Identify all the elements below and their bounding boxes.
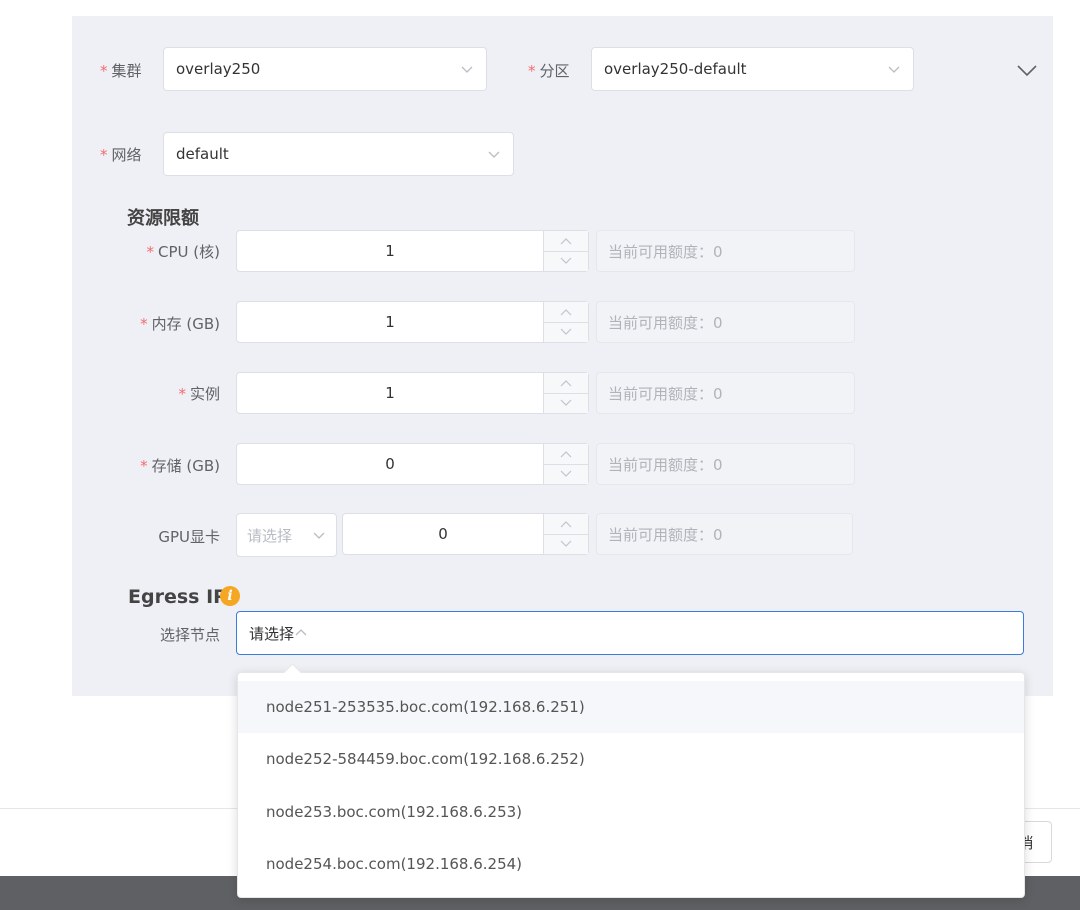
chevron-down-icon <box>460 62 474 76</box>
required-mark: * <box>100 146 108 164</box>
dropdown-option[interactable]: node254.boc.com(192.168.6.254) <box>238 838 1024 890</box>
storage-label: * 存储 (GB) <box>140 457 220 475</box>
instance-label: * 实例 <box>178 385 220 403</box>
storage-value: 0 <box>385 455 395 473</box>
memory-stepper[interactable]: 1 <box>236 301 589 343</box>
decrease-button[interactable] <box>544 250 588 272</box>
required-mark: * <box>140 457 148 475</box>
instance-quota: 当前可用额度：0 <box>596 372 855 414</box>
chevron-down-icon <box>487 147 501 161</box>
required-mark: * <box>528 62 536 80</box>
gpu-type-placeholder: 请选择 <box>247 526 293 545</box>
required-mark: * <box>100 62 108 80</box>
collapse-chevron-icon[interactable] <box>1016 59 1038 81</box>
partition-label: * 分区 <box>528 62 570 80</box>
chevron-up-icon <box>294 626 308 640</box>
instance-value: 1 <box>385 384 395 402</box>
chevron-down-icon <box>887 62 901 76</box>
storage-stepper[interactable]: 0 <box>236 443 589 485</box>
page: * 集群 overlay250 * 分区 overlay250-default * 网… <box>0 0 1080 910</box>
memory-label: * 内存 (GB) <box>140 315 220 333</box>
stepper-controls <box>543 514 588 554</box>
increase-button[interactable] <box>544 231 588 251</box>
decrease-button[interactable] <box>544 463 588 485</box>
network-value: default <box>176 145 229 163</box>
gpu-type-select[interactable]: 请选择 <box>236 513 337 557</box>
node-placeholder: 请选择 <box>249 624 295 643</box>
node-select[interactable]: 请选择 <box>236 611 1024 655</box>
dropdown-option[interactable]: node253.boc.com(192.168.6.253) <box>238 786 1024 838</box>
partition-value: overlay250-default <box>604 60 747 78</box>
cpu-label: * CPU (核) <box>146 243 220 261</box>
cpu-value: 1 <box>385 242 395 260</box>
partition-select[interactable]: overlay250-default <box>591 47 914 91</box>
memory-value: 1 <box>385 313 395 331</box>
stepper-controls <box>543 231 588 271</box>
network-label: * 网络 <box>100 146 142 164</box>
decrease-button[interactable] <box>544 392 588 414</box>
decrease-button[interactable] <box>544 321 588 343</box>
cpu-quota: 当前可用额度：0 <box>596 230 855 272</box>
chevron-down-icon <box>312 528 326 542</box>
instance-stepper[interactable]: 1 <box>236 372 589 414</box>
required-mark: * <box>140 315 148 333</box>
gpu-quota: 当前可用额度：0 <box>596 513 853 555</box>
decrease-button[interactable] <box>544 533 588 555</box>
cluster-value: overlay250 <box>176 60 261 78</box>
memory-quota: 当前可用额度：0 <box>596 301 855 343</box>
cpu-stepper[interactable]: 1 <box>236 230 589 272</box>
increase-button[interactable] <box>544 302 588 322</box>
dropdown-option[interactable]: node252-584459.boc.com(192.168.6.252) <box>238 733 1024 785</box>
network-select[interactable]: default <box>163 132 514 176</box>
gpu-label: GPU显卡 <box>158 528 220 546</box>
stepper-controls <box>543 373 588 413</box>
node-label: 选择节点 <box>159 626 220 644</box>
increase-button[interactable] <box>544 373 588 393</box>
stepper-controls <box>543 302 588 342</box>
info-icon[interactable]: i <box>220 586 240 606</box>
cluster-select[interactable]: overlay250 <box>163 47 487 91</box>
increase-button[interactable] <box>544 514 588 534</box>
resources-title: 资源限额 <box>127 208 199 229</box>
required-mark: * <box>146 243 155 261</box>
storage-quota: 当前可用额度：0 <box>596 443 855 485</box>
required-mark: * <box>178 385 186 403</box>
dropdown-option[interactable]: node251-253535.boc.com(192.168.6.251) <box>238 681 1024 733</box>
gpu-stepper[interactable]: 0 <box>342 513 589 555</box>
stepper-controls <box>543 444 588 484</box>
egress-title: Egress IP <box>128 586 228 608</box>
cluster-label: * 集群 <box>100 62 142 80</box>
increase-button[interactable] <box>544 444 588 464</box>
gpu-value: 0 <box>438 525 448 543</box>
node-dropdown: node251-253535.boc.com(192.168.6.251) no… <box>237 663 1025 898</box>
